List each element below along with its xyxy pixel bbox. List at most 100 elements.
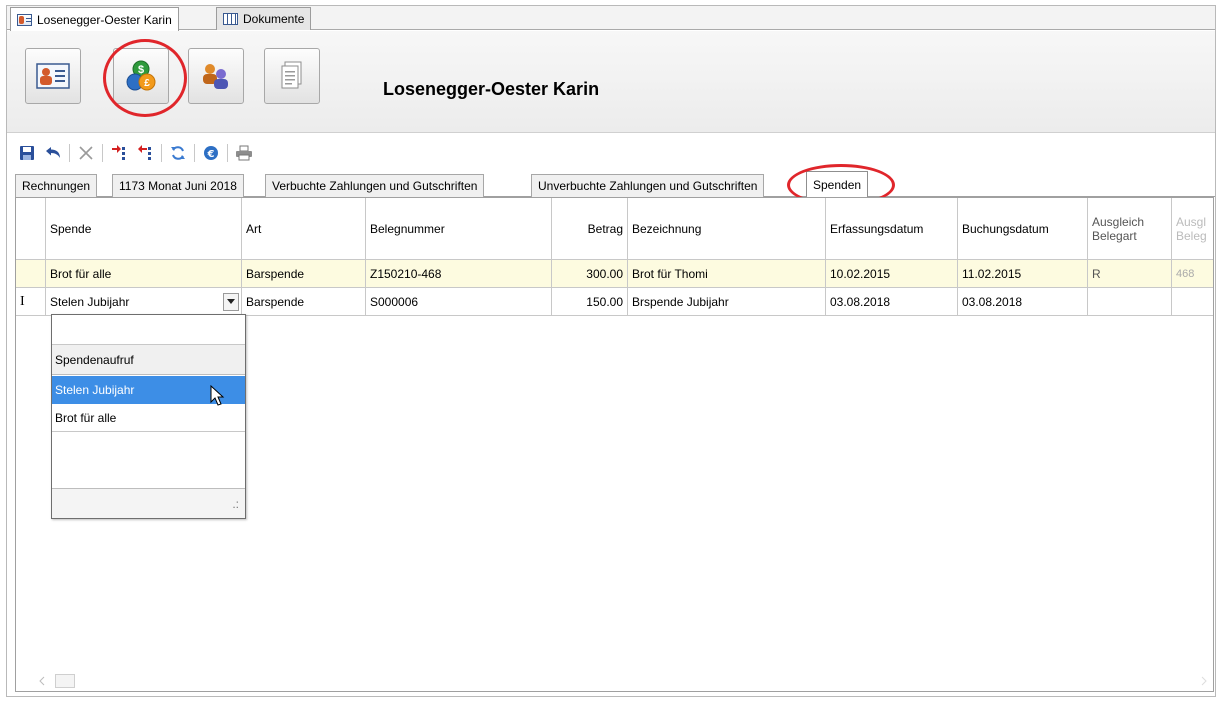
dropdown-footer: .: [52,488,245,518]
tab-label: Verbuchte Zahlungen und Gutschriften [272,179,478,193]
finance-button[interactable]: $ £ [113,48,169,104]
toolbar-separator [194,144,195,162]
person-details-button[interactable] [25,48,81,104]
person-card-icon [17,13,32,26]
toolbar-separator [102,144,103,162]
window-frame: Losenegger-Oester Karin Dokumente $ £ Lo… [6,5,1216,697]
cell-spende-editor[interactable]: Stelen Jubijahr [46,288,242,316]
tab-person[interactable]: Losenegger-Oester Karin [10,7,179,31]
dropdown-option[interactable]: Brot für alle [52,404,245,432]
move-down-icon [138,145,151,160]
tab-label: 1173 Monat Juni 2018 [119,179,237,193]
cell-ausgleich-belegart[interactable]: R [1088,260,1172,288]
print-button[interactable] [234,143,254,163]
column-header-art[interactable]: Art [242,198,366,260]
save-button[interactable] [17,143,37,163]
scroll-right-icon[interactable] [1199,675,1209,687]
option-label: Brot für alle [55,410,117,425]
cell-text: Barspende [246,294,305,309]
refresh-icon [171,146,185,160]
cell-ausgleich-belegnr[interactable] [1172,288,1213,316]
cell-belegnummer[interactable]: S000006 [366,288,552,316]
euro-icon: € [204,146,218,160]
cell-buchungsdatum[interactable]: 03.08.2018 [958,288,1088,316]
cell-text: Z150210-468 [370,266,442,281]
cell-text: Brspende Jubijahr [632,294,729,309]
row-edit-indicator[interactable]: I [16,288,46,316]
cell-ausgleich-belegnr[interactable]: 468 [1172,260,1213,288]
cell-bezeichnung[interactable]: Brot für Thomi [628,260,826,288]
chevron-down-icon [227,299,235,304]
dropdown-toggle-button[interactable] [223,292,239,311]
scrollbar-thumb[interactable] [55,674,75,688]
spende-dropdown-list: Spendenaufruf Stelen Jubijahr Brot für a… [51,314,246,519]
cell-art[interactable]: Barspende [242,260,366,288]
scroll-left-icon[interactable] [37,675,47,687]
cell-spende[interactable]: Brot für alle [46,260,242,288]
svg-text:€: € [207,149,215,160]
header-label: Spende [50,221,92,236]
tab-documents[interactable]: Dokumente [216,7,312,30]
header-label: Ausgleich [1092,214,1145,229]
column-header-betrag[interactable]: Betrag [552,198,628,260]
cell-belegnummer[interactable]: Z150210-468 [366,260,552,288]
cell-betrag[interactable]: 150.00 [552,288,628,316]
resize-grip-icon[interactable]: .: [232,497,239,511]
grid-icon [223,13,238,25]
toolbar-separator [69,144,70,162]
move-up-icon [112,145,125,160]
person-card-icon [36,63,70,89]
toolbar-separator [161,144,162,162]
documents-button[interactable] [264,48,320,104]
cell-erfassungsdatum[interactable]: 10.02.2015 [826,260,958,288]
cell-art[interactable]: Barspende [242,288,366,316]
tab-spenden[interactable]: Spenden [806,171,869,197]
cell-betrag[interactable]: 300.00 [552,260,628,288]
header-label: Belegnummer [370,221,445,236]
column-header-ausgleich-belegart[interactable]: Ausgleich Belegart [1088,198,1172,260]
dropdown-blank-row [52,315,245,345]
undo-button[interactable] [43,143,63,163]
page-title: Losenegger-Oester Karin [383,79,600,99]
svg-text:$: $ [138,64,144,76]
column-header-ausgleich-belegnr[interactable]: Ausgl Beleg [1172,198,1213,260]
horizontal-scrollbar[interactable] [17,673,1213,689]
tab-monat[interactable]: 1173 Monat Juni 2018 [112,174,244,197]
tab-rechnungen[interactable]: Rechnungen [15,174,98,197]
header-label: Erfassungsdatum [830,221,924,236]
cell-ausgleich-belegart[interactable] [1088,288,1172,316]
delete-button[interactable] [76,143,96,163]
header-label: Ausgl [1176,214,1207,229]
print-icon [236,145,252,161]
tab-unverbuchte-zahlungen[interactable]: Unverbuchte Zahlungen und Gutschriften [531,174,765,197]
column-header-spende[interactable]: Spende [46,198,242,260]
tab-label: Unverbuchte Zahlungen und Gutschriften [538,179,758,193]
column-header-buchungsdatum[interactable]: Buchungsdatum [958,198,1088,260]
delete-icon [79,146,93,160]
header-label: Buchungsdatum [962,221,1049,236]
move-down-button[interactable] [135,143,155,163]
refresh-button[interactable] [168,143,188,163]
column-header-erfassungsdatum[interactable]: Erfassungsdatum [826,198,958,260]
cell-buchungsdatum[interactable]: 11.02.2015 [958,260,1088,288]
move-up-button[interactable] [109,143,129,163]
cell-text: Brot für alle [50,266,112,281]
row-indicator[interactable] [16,260,46,288]
people-icon [203,64,228,89]
relations-button[interactable] [188,48,244,104]
column-header-bezeichnung[interactable]: Bezeichnung [628,198,826,260]
header-label: Beleg [1176,228,1207,243]
record-header: $ £ Losenegger-Oester Karin [7,31,1215,133]
column-header-belegnummer[interactable]: Belegnummer [366,198,552,260]
tab-label: Spenden [813,177,862,192]
dropdown-value[interactable]: Stelen Jubijahr [50,295,223,309]
tab-verbuchte-zahlungen[interactable]: Verbuchte Zahlungen und Gutschriften [265,174,485,197]
svg-text:£: £ [144,78,150,89]
dropdown-option-selected[interactable]: Stelen Jubijahr [52,376,245,406]
header-label: Art [246,221,262,236]
cell-text: Brot für Thomi [632,266,708,281]
euro-button[interactable]: € [201,143,221,163]
cell-bezeichnung[interactable]: Brspende Jubijahr [628,288,826,316]
cell-erfassungsdatum[interactable]: 03.08.2018 [826,288,958,316]
cell-text: 10.02.2015 [830,266,891,281]
